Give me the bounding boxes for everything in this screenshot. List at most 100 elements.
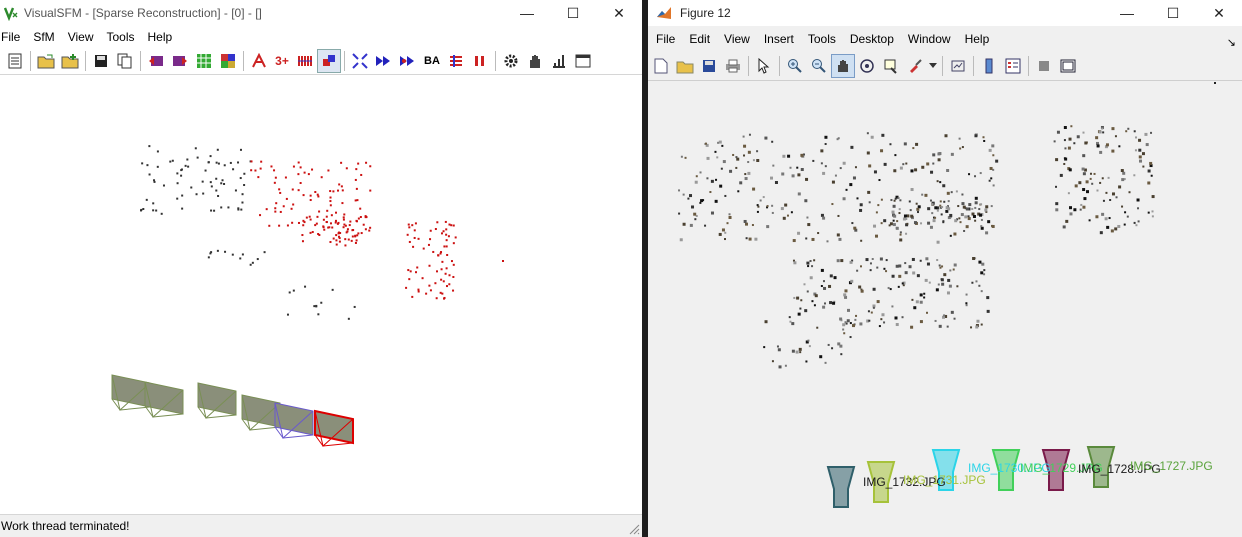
figure-point — [689, 194, 693, 198]
color-grid-icon[interactable] — [217, 50, 239, 72]
maximize-button[interactable]: ☐ — [550, 0, 596, 26]
figure-point — [822, 280, 825, 283]
sparse-reconstruction-canvas[interactable] — [0, 75, 642, 510]
match-grid-icon[interactable] — [193, 50, 215, 72]
figure-point — [743, 219, 747, 223]
red-point — [330, 214, 333, 217]
figure-point — [910, 188, 914, 192]
run-sfm-icon[interactable] — [397, 50, 419, 72]
pairwise-icon[interactable] — [294, 50, 316, 72]
brush-icon[interactable] — [904, 55, 926, 77]
figure-point — [846, 308, 850, 312]
menu-view[interactable]: View — [717, 32, 757, 46]
figure-point — [706, 177, 709, 180]
menu-file[interactable]: File — [649, 32, 682, 46]
window-icon[interactable] — [572, 50, 594, 72]
menu-sfm[interactable]: SfM — [33, 30, 62, 44]
red-point — [417, 288, 420, 291]
zoom-out-icon[interactable] — [808, 55, 830, 77]
menu-tools[interactable]: Tools — [801, 32, 843, 46]
zoom-in-icon[interactable] — [784, 55, 806, 77]
three-plus-button[interactable]: 3+ — [272, 50, 292, 72]
open-folder-icon[interactable] — [35, 50, 57, 72]
red-point — [445, 245, 448, 248]
gray-point — [180, 174, 183, 177]
figure-point — [756, 158, 760, 162]
figure-point — [772, 164, 775, 167]
previous-icon[interactable] — [145, 50, 167, 72]
figure-point — [845, 188, 848, 191]
new-figure-icon[interactable] — [650, 55, 672, 77]
print-icon[interactable] — [722, 55, 744, 77]
hand-pan-icon[interactable] — [524, 50, 546, 72]
menu-file[interactable]: File — [1, 30, 28, 44]
red-point — [408, 226, 411, 229]
right-titlebar[interactable]: Figure 12 — ☐ ✕ — [648, 0, 1242, 26]
figure-point — [859, 322, 863, 326]
compute-matches-icon[interactable] — [248, 50, 270, 72]
menu-window[interactable]: Window — [901, 32, 958, 46]
open-file-icon[interactable] — [674, 55, 696, 77]
show-plot-tools-icon[interactable] — [1057, 55, 1079, 77]
next-icon[interactable] — [169, 50, 191, 72]
maximize-button[interactable]: ☐ — [1150, 0, 1196, 26]
menu-help[interactable]: Help — [958, 32, 997, 46]
cmvs-icon[interactable] — [445, 50, 467, 72]
figure-point — [961, 193, 964, 196]
figure-point — [937, 158, 941, 162]
brush-dropdown-icon[interactable] — [928, 55, 938, 77]
red-point — [346, 228, 349, 231]
menu-edit[interactable]: Edit — [682, 32, 717, 46]
legend-icon[interactable] — [1002, 55, 1024, 77]
red-point — [356, 199, 359, 202]
pan-hand-icon[interactable] — [831, 54, 855, 78]
red-point — [275, 202, 278, 205]
menu-view[interactable]: View — [68, 30, 102, 44]
edit-plot-arrow-icon[interactable] — [753, 55, 775, 77]
figure-point — [957, 205, 960, 208]
figure-point — [1150, 174, 1153, 177]
fit-view-icon[interactable] — [349, 50, 371, 72]
menu-help[interactable]: Help — [148, 30, 181, 44]
sparse-toggle-icon[interactable] — [317, 49, 341, 73]
settings-gear-icon[interactable] — [500, 50, 522, 72]
resize-grip-icon[interactable] — [628, 523, 640, 535]
figure-point — [899, 238, 903, 242]
figure-point — [869, 262, 872, 265]
red-point — [349, 220, 352, 223]
minimize-button[interactable]: — — [504, 0, 550, 26]
menu-desktop[interactable]: Desktop — [843, 32, 901, 46]
left-titlebar[interactable]: VisualSFM - [Sparse Reconstruction] - [0… — [0, 0, 642, 26]
log-window-icon[interactable] — [4, 50, 26, 72]
matlab-app-icon — [656, 5, 672, 21]
copy-icon[interactable] — [114, 50, 136, 72]
red-point — [329, 204, 332, 207]
dock-arrow-icon[interactable]: ↘ — [1227, 36, 1236, 49]
menu-tools[interactable]: Tools — [106, 30, 142, 44]
red-point — [356, 234, 359, 237]
figure-axes-canvas[interactable]: IMG_1732.JPGIMG_1731.JPGIMG_1730.JPGIMG_… — [648, 82, 1242, 537]
rotate-3d-icon[interactable] — [856, 55, 878, 77]
save-icon[interactable] — [90, 50, 112, 72]
close-button[interactable]: ✕ — [596, 0, 642, 26]
close-button[interactable]: ✕ — [1196, 0, 1242, 26]
ba-button[interactable]: BA — [421, 50, 443, 72]
pause-icon[interactable] — [469, 50, 491, 72]
data-cursor-icon[interactable] — [880, 55, 902, 77]
link-plot-icon[interactable] — [947, 55, 969, 77]
red-point — [311, 168, 314, 171]
figure-point — [739, 181, 743, 185]
menu-insert[interactable]: Insert — [757, 32, 801, 46]
minimize-button[interactable]: — — [1104, 0, 1150, 26]
figure-point — [958, 137, 961, 140]
gray-point — [180, 169, 183, 172]
colorbar-icon[interactable] — [978, 55, 1000, 77]
figure-point — [710, 211, 714, 215]
run-forward-icon[interactable] — [373, 50, 395, 72]
hide-plot-tools-icon[interactable] — [1033, 55, 1055, 77]
red-point — [273, 181, 276, 184]
open-multi-icon[interactable] — [59, 50, 81, 72]
figure-point — [890, 199, 893, 202]
chart-icon[interactable] — [548, 50, 570, 72]
save-figure-icon[interactable] — [698, 55, 720, 77]
